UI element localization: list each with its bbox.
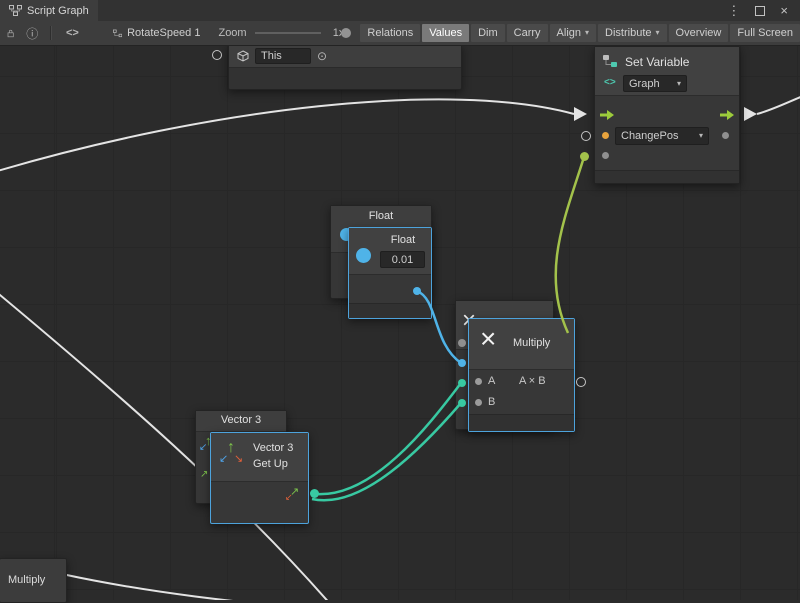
zoom-label: Zoom xyxy=(218,27,246,39)
variable-name-port[interactable] xyxy=(602,132,609,139)
code-view-icon[interactable]: <> xyxy=(66,27,79,39)
this-target-field[interactable]: This xyxy=(255,48,311,64)
graph-name-label: RotateSpeed 1 xyxy=(127,27,200,39)
vector3-get-up-node[interactable]: ↑ ↙ ↘ Vector 3 Get Up ↗ ↙ xyxy=(210,432,309,524)
fullscreen-button[interactable]: Full Screen xyxy=(730,24,800,42)
carry-button[interactable]: Carry xyxy=(507,24,548,42)
align-button[interactable]: Align▾ xyxy=(550,24,596,42)
this-node[interactable]: This ⊙ xyxy=(228,44,462,90)
window-tab-bar: Script Graph ⋮ × xyxy=(0,0,800,21)
zoom-slider[interactable] xyxy=(255,32,321,34)
lock-icon[interactable] xyxy=(7,27,14,40)
vector3-output-port[interactable] xyxy=(310,489,319,498)
tab-script-graph[interactable]: Script Graph xyxy=(0,0,98,21)
multiply-result-port[interactable] xyxy=(576,377,586,387)
multiply-node-partial[interactable]: Multiply xyxy=(0,558,67,603)
chevron-down-icon: ▾ xyxy=(656,29,660,37)
dim-button[interactable]: Dim xyxy=(471,24,505,42)
multiply-b-port[interactable] xyxy=(458,379,466,387)
close-icon[interactable]: × xyxy=(780,3,788,18)
chevron-down-icon: ▾ xyxy=(677,80,681,88)
toolbar-separator xyxy=(50,26,52,40)
chevron-down-icon: ▾ xyxy=(699,132,703,140)
target-icon[interactable]: ⊙ xyxy=(317,49,327,63)
get-up-icon: ↗ xyxy=(200,469,208,480)
flow-in-port[interactable] xyxy=(600,110,614,120)
zoom-slider-knob[interactable] xyxy=(341,28,351,38)
set-variable-node[interactable]: Set Variable <> Graph ▾ ChangePos ▾ xyxy=(594,46,740,184)
menu-icon[interactable]: ⋮ xyxy=(727,3,740,19)
float-output-port[interactable] xyxy=(413,287,421,295)
set-variable-value-port[interactable] xyxy=(580,152,589,161)
float-node[interactable]: Float 0.01 xyxy=(348,227,432,319)
this-input-port[interactable] xyxy=(212,50,222,60)
output-value-port[interactable] xyxy=(722,132,729,139)
multiply-a-port[interactable] xyxy=(458,359,466,367)
cube-icon xyxy=(237,50,249,62)
input-a-port[interactable] xyxy=(475,378,482,385)
relations-button[interactable]: Relations xyxy=(360,24,420,42)
graph-scope-icon: <> xyxy=(604,77,616,88)
node-title: Set Variable xyxy=(625,55,689,69)
input-b-port[interactable] xyxy=(475,399,482,406)
get-up-icon: ↗ ↙ xyxy=(285,485,303,503)
chevron-down-icon: ▾ xyxy=(585,29,589,37)
tab-title: Script Graph xyxy=(27,5,89,17)
variable-icon xyxy=(602,53,618,69)
multiply-back-port[interactable] xyxy=(458,339,466,347)
variable-scope-dropdown[interactable]: Graph ▾ xyxy=(623,75,687,92)
multiply-icon: × xyxy=(480,323,496,355)
input-value-port[interactable] xyxy=(602,152,609,159)
multiply-b2-port[interactable] xyxy=(458,399,466,407)
set-variable-out-port[interactable] xyxy=(581,131,591,141)
overview-button[interactable]: Overview xyxy=(669,24,729,42)
maximize-icon[interactable] xyxy=(755,6,765,16)
vector3-icon: ↑ ↙ ↘ xyxy=(219,439,247,471)
variable-name-dropdown[interactable]: ChangePos ▾ xyxy=(615,127,709,145)
script-graph-icon xyxy=(9,5,22,16)
graph-toolbar: ⓘ <> RotateSpeed 1 Zoom 1x Relations Val… xyxy=(0,21,800,46)
float-value-input[interactable]: 0.01 xyxy=(380,251,425,268)
float-type-icon xyxy=(356,248,371,263)
multiply-node[interactable]: × Multiply A A × B B xyxy=(468,318,575,432)
info-icon[interactable]: ⓘ xyxy=(26,25,38,42)
toolbar-button-group: Relations Values Dim Carry Align▾ Distri… xyxy=(360,24,800,42)
values-button[interactable]: Values xyxy=(422,24,469,42)
flow-out-port[interactable] xyxy=(720,110,734,120)
distribute-button[interactable]: Distribute▾ xyxy=(598,24,666,42)
graph-asset-icon xyxy=(113,28,122,39)
